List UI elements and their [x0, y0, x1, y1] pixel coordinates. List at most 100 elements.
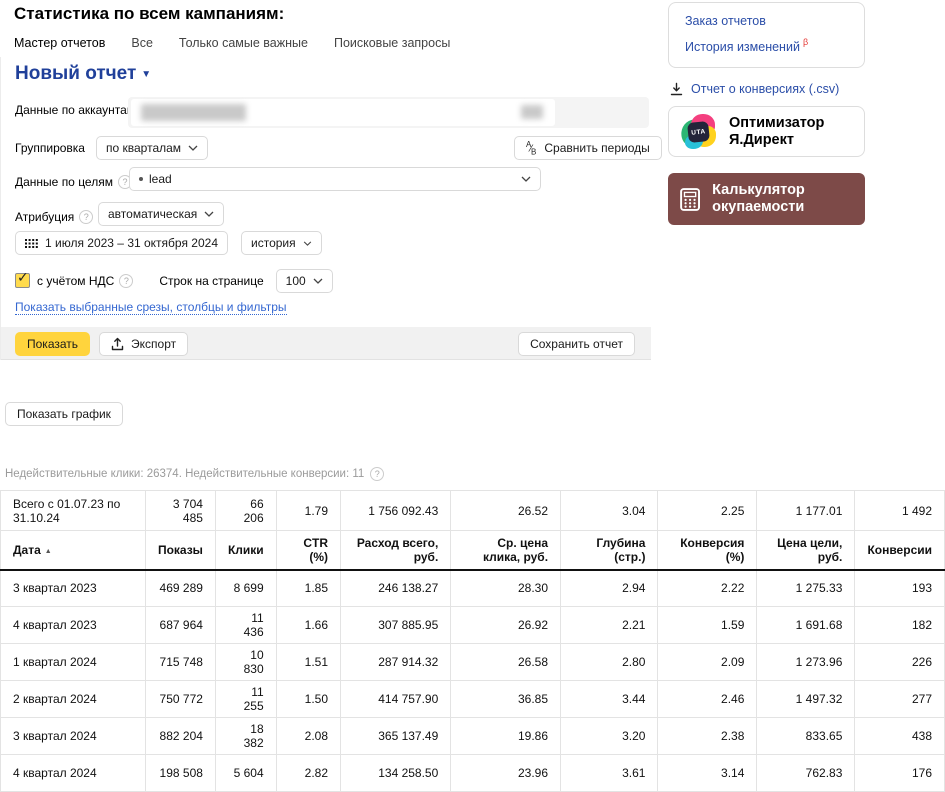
column-header[interactable]: CTR (%) — [276, 531, 340, 570]
cell: 134 258.50 — [341, 755, 451, 792]
caret-down-icon: ▼ — [141, 69, 151, 80]
cell: 193 — [855, 570, 945, 607]
cell: 307 885.95 — [341, 607, 451, 644]
grouping-select[interactable]: по кварталам — [96, 136, 208, 160]
cell: 3.44 — [561, 681, 658, 718]
show-button[interactable]: Показать — [15, 332, 90, 356]
column-header-label: Показы — [158, 543, 203, 557]
cell: 762.83 — [757, 755, 855, 792]
calendar-grid-icon — [25, 239, 38, 248]
order-reports-link[interactable]: Заказ отчетов — [685, 14, 848, 28]
column-header[interactable]: Цена цели, руб. — [757, 531, 855, 570]
ab-compare-icon: A⁄B — [526, 140, 535, 156]
sort-ascending-icon: ▲ — [45, 548, 52, 555]
cell: 2.22 — [658, 570, 757, 607]
report-title-dropdown[interactable]: Новый отчет▼ — [15, 63, 151, 85]
optimizer-card-title: Оптимизатор Я.Директ — [729, 115, 852, 148]
date-range-button[interactable]: 1 июля 2023 – 31 октября 2024 — [15, 231, 228, 255]
cell: 226 — [855, 644, 945, 681]
accounts-label: Данные по аккаунтам — [15, 103, 135, 117]
cell: 687 964 — [145, 607, 215, 644]
grouping-value: по кварталам — [106, 141, 181, 155]
column-header[interactable]: Дата ▲ — [1, 531, 146, 570]
grouping-label: Группировка — [15, 141, 85, 155]
cell: 11 255 — [215, 681, 276, 718]
show-chart-label: Показать график — [17, 407, 111, 421]
show-chart-button[interactable]: Показать график — [5, 402, 123, 426]
cell: 277 — [855, 681, 945, 718]
conversions-report-link[interactable]: Отчет о конверсиях (.csv) — [670, 82, 865, 96]
optimizer-card[interactable]: UTA Оптимизатор Я.Директ — [668, 106, 865, 157]
cell: 1.50 — [276, 681, 340, 718]
cell: 23.96 — [451, 755, 561, 792]
change-history-link[interactable]: История измененийβ — [685, 37, 848, 54]
cell: 18 382 — [215, 718, 276, 755]
attribution-label: Атрибуция — [15, 210, 74, 224]
compare-periods-label: Сравнить периоды — [544, 141, 649, 155]
show-slices-link[interactable]: Показать выбранные срезы, столбцы и филь… — [15, 300, 287, 315]
help-icon[interactable]: ? — [79, 210, 93, 224]
total-cell: 3.04 — [561, 491, 658, 531]
total-cell: 66 206 — [215, 491, 276, 531]
history-select[interactable]: история — [241, 231, 322, 255]
redacted-account-badge — [521, 105, 543, 119]
accounts-field-strip — [128, 97, 649, 128]
table-row: 3 квартал 2023469 2898 6991.85246 138.27… — [1, 570, 945, 607]
change-history-label: История изменений — [685, 40, 800, 54]
rows-per-page-select[interactable]: 100 — [276, 269, 333, 293]
page: Статистика по всем кампаниям: Мастер отч… — [0, 0, 945, 792]
date-range-value: 1 июля 2023 – 31 октября 2024 — [45, 236, 218, 250]
column-header-label: Дата — [13, 543, 41, 557]
compare-periods-button[interactable]: A⁄B Сравнить периоды — [514, 136, 662, 160]
export-button[interactable]: Экспорт — [99, 332, 188, 356]
vat-checkbox[interactable]: ✓ — [15, 273, 30, 288]
goals-select[interactable]: lead — [129, 167, 541, 191]
cell: 469 289 — [145, 570, 215, 607]
cell: 198 508 — [145, 755, 215, 792]
cell: 3.20 — [561, 718, 658, 755]
cell: 2.08 — [276, 718, 340, 755]
column-header[interactable]: Показы — [145, 531, 215, 570]
column-header[interactable]: Конверсия (%) — [658, 531, 757, 570]
total-cell: 2.25 — [658, 491, 757, 531]
roi-calculator-card[interactable]: Калькулятор окупаемости — [668, 173, 865, 225]
invalid-stats-text: Недействительные клики: 26374. Недействи… — [5, 468, 364, 480]
checkmark-icon: ✓ — [17, 269, 29, 286]
beta-badge: β — [803, 37, 808, 47]
cell: 182 — [855, 607, 945, 644]
column-header[interactable]: Глубина (стр.) — [561, 531, 658, 570]
cell: 438 — [855, 718, 945, 755]
cell: 1 273.96 — [757, 644, 855, 681]
invalid-stats-note: Недействительные клики: 26374. Недействи… — [5, 467, 384, 481]
table-row: 4 квартал 2024198 5085 6042.82134 258.50… — [1, 755, 945, 792]
cell: 3.14 — [658, 755, 757, 792]
attribution-select[interactable]: автоматическая — [98, 202, 224, 226]
chevron-down-icon — [188, 145, 198, 151]
total-row: Всего с 01.07.23 по 31.10.243 704 48566 … — [1, 491, 945, 531]
column-header[interactable]: Расход всего, руб. — [341, 531, 451, 570]
cell: 414 757.90 — [341, 681, 451, 718]
cell: 1.51 — [276, 644, 340, 681]
show-chart-wrap: Показать график — [5, 402, 123, 426]
save-report-button[interactable]: Сохранить отчет — [518, 332, 635, 356]
help-icon[interactable]: ? — [370, 467, 384, 481]
goals-value: lead — [149, 172, 172, 186]
column-header[interactable]: Клики — [215, 531, 276, 570]
help-icon[interactable]: ? — [119, 274, 133, 288]
cell: 2.82 — [276, 755, 340, 792]
column-header[interactable]: Ср. цена клика, руб. — [451, 531, 561, 570]
cell: 26.92 — [451, 607, 561, 644]
cell: 10 830 — [215, 644, 276, 681]
accounts-input[interactable] — [131, 99, 555, 126]
column-header[interactable]: Конверсии — [855, 531, 945, 570]
cell: 1.85 — [276, 570, 340, 607]
column-header-label: CTR (%) — [303, 536, 328, 564]
cell: 287 914.32 — [341, 644, 451, 681]
cell: 2.09 — [658, 644, 757, 681]
cell: 1 691.68 — [757, 607, 855, 644]
cell: 1 275.33 — [757, 570, 855, 607]
cell: 1 497.32 — [757, 681, 855, 718]
chevron-down-icon — [204, 211, 214, 217]
cell: 833.65 — [757, 718, 855, 755]
column-header-label: Ср. цена клика, руб. — [483, 536, 548, 564]
